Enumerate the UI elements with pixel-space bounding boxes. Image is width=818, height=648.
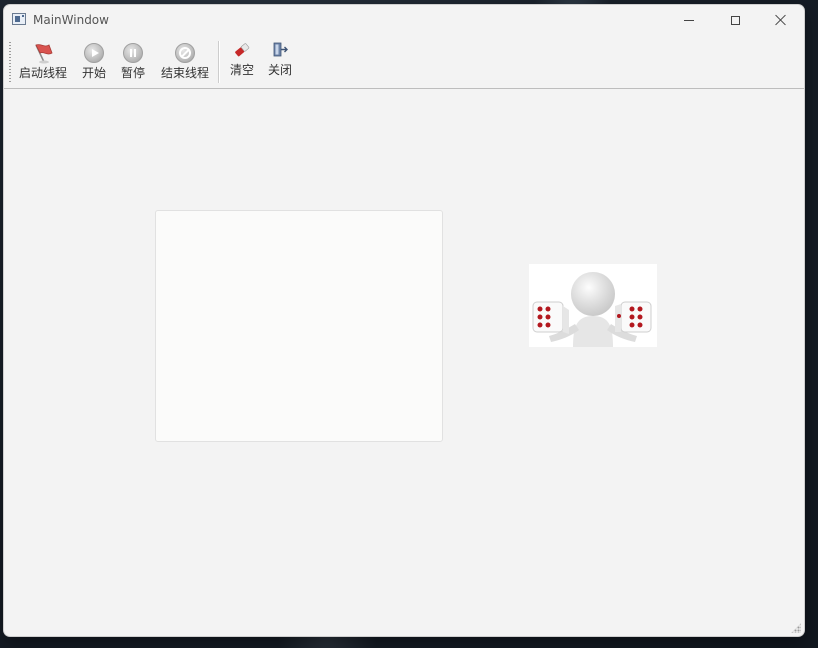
window-title: MainWindow [33, 13, 109, 27]
maximize-icon [730, 15, 740, 25]
start-thread-label: 启动线程 [19, 66, 68, 80]
eraser-icon [231, 39, 253, 61]
close-label: 关闭 [268, 63, 293, 77]
clear-label: 清空 [230, 63, 255, 77]
exit-door-icon [269, 39, 291, 61]
maximize-button[interactable] [712, 5, 758, 35]
pause-label: 暂停 [121, 66, 146, 80]
figure-with-dice-image [529, 264, 657, 347]
close-button[interactable]: 关闭 [268, 36, 292, 86]
title-bar[interactable]: MainWindow [4, 5, 804, 35]
main-window: MainWindow 启动线程 开始 暂停 结束线程 清空 关闭 [3, 4, 805, 637]
stop-icon [174, 42, 196, 64]
end-thread-button[interactable]: 结束线程 [161, 36, 209, 86]
pause-icon [122, 42, 144, 64]
app-window-icon [12, 13, 26, 25]
close-icon [775, 14, 787, 26]
display-panel [155, 210, 443, 442]
toolbar: 启动线程 开始 暂停 结束线程 清空 关闭 [4, 36, 804, 89]
clear-button[interactable]: 清空 [230, 36, 254, 86]
play-icon [83, 42, 105, 64]
red-flag-icon [32, 42, 54, 64]
minimize-button[interactable] [666, 5, 712, 35]
pause-button[interactable]: 暂停 [121, 36, 145, 86]
minimize-icon [684, 19, 694, 21]
start-button[interactable]: 开始 [82, 36, 106, 86]
close-window-button[interactable] [758, 5, 804, 35]
start-label: 开始 [82, 66, 107, 80]
end-thread-label: 结束线程 [161, 66, 210, 80]
toolbar-separator [218, 41, 220, 83]
toolbar-grip-handle[interactable] [9, 42, 11, 82]
start-thread-button[interactable]: 启动线程 [19, 36, 67, 86]
resize-grip[interactable] [791, 623, 801, 633]
